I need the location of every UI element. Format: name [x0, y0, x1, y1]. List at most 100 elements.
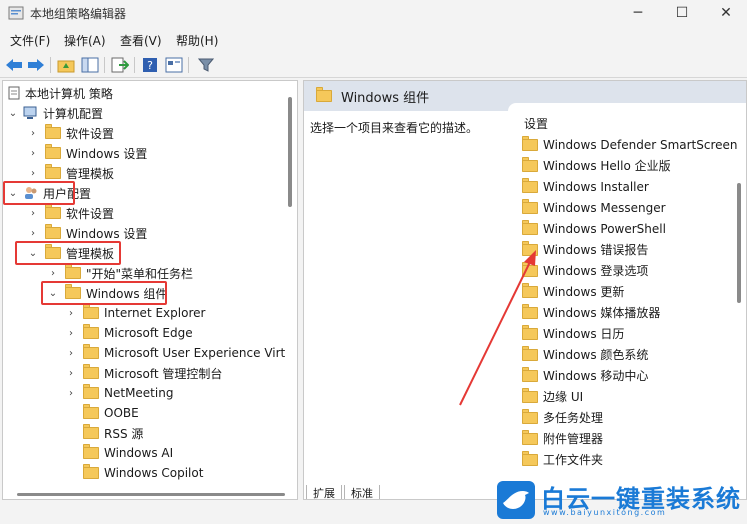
settings-list-item[interactable]: Windows 更新	[516, 281, 624, 302]
tab-extended[interactable]: 扩展	[306, 485, 342, 499]
menu-action[interactable]: 操作(A)	[64, 32, 106, 49]
chevron-right-icon[interactable]: ›	[27, 127, 39, 139]
tab-standard[interactable]: 标准	[344, 485, 380, 499]
menu-help[interactable]: 帮助(H)	[176, 32, 218, 49]
settings-list-item[interactable]: Windows Installer	[516, 176, 649, 197]
settings-list-item[interactable]: 多任务处理	[516, 407, 603, 428]
tree-label: 软件设置	[66, 126, 115, 141]
tree-item-component[interactable]: Windows Copilot	[65, 463, 203, 483]
tree-label: Windows Copilot	[104, 466, 204, 480]
folder-icon	[83, 344, 99, 359]
settings-list-item[interactable]: 附件管理器	[516, 428, 603, 449]
folder-icon	[45, 144, 61, 159]
export-list-icon[interactable]	[110, 55, 130, 75]
show-hide-tree-icon[interactable]	[80, 55, 100, 75]
tree-item-component[interactable]: › NetMeeting	[65, 383, 173, 403]
settings-column-header[interactable]: 设置	[524, 115, 548, 132]
menu-view[interactable]: 查看(V)	[120, 32, 162, 49]
settings-list-item[interactable]: 工作文件夹	[516, 449, 603, 470]
tree-item-start-menu[interactable]: › "开始"菜单和任务栏	[47, 263, 193, 283]
settings-item-label: Windows Installer	[543, 179, 649, 194]
up-folder-icon[interactable]	[56, 55, 76, 75]
chevron-down-icon[interactable]: ⌄	[7, 107, 19, 119]
folder-icon	[45, 124, 61, 139]
tree-item-component[interactable]: OOBE	[65, 403, 139, 423]
settings-list-item[interactable]: Windows 登录选项	[516, 260, 648, 281]
tree-item-software-settings[interactable]: › 软件设置	[27, 123, 114, 143]
settings-list-item[interactable]: Windows Defender SmartScreen	[516, 134, 738, 155]
chevron-right-icon[interactable]: ›	[65, 387, 77, 399]
folder-icon	[522, 240, 538, 256]
tree-item-windows-settings[interactable]: › Windows 设置	[27, 143, 147, 163]
chevron-right-icon[interactable]: ›	[65, 307, 77, 319]
chevron-right-icon[interactable]: ›	[27, 147, 39, 159]
tree-panel: 本地计算机 策略 ⌄ 计算机配置 › 软件设置 › Windows 设置 › 管…	[2, 80, 298, 500]
settings-list-item[interactable]: Windows Messenger	[516, 197, 666, 218]
folder-icon	[522, 135, 538, 151]
tree-item-component[interactable]: › Internet Explorer	[65, 303, 205, 323]
tree-label: Windows AI	[104, 446, 174, 460]
folder-icon	[522, 345, 538, 361]
back-icon[interactable]	[4, 55, 24, 75]
settings-list-item[interactable]: Windows PowerShell	[516, 218, 666, 239]
tree-item-user-software-settings[interactable]: › 软件设置	[27, 203, 114, 223]
chevron-right-icon[interactable]: ›	[27, 167, 39, 179]
tree-vertical-scrollbar[interactable]	[288, 97, 292, 207]
chevron-right-icon[interactable]: ›	[27, 227, 39, 239]
properties-icon[interactable]	[164, 55, 184, 75]
tree-item-component[interactable]: Windows AI	[65, 443, 173, 463]
toolbar: ?	[0, 52, 747, 78]
help-icon[interactable]: ?	[140, 55, 160, 75]
settings-list-item[interactable]: Windows 错误报告	[516, 239, 648, 260]
folder-icon	[522, 324, 538, 340]
settings-item-label: Windows 错误报告	[543, 243, 649, 257]
tree-computer-config[interactable]: ⌄ 计算机配置	[7, 103, 103, 123]
settings-item-label: Windows 媒体播放器	[543, 306, 661, 320]
settings-item-label: Windows 更新	[543, 285, 625, 299]
highlight-admin-templates	[15, 241, 121, 265]
settings-vertical-scrollbar[interactable]	[737, 183, 741, 303]
tree-item-component[interactable]: RSS 源	[65, 423, 143, 443]
folder-icon	[522, 387, 538, 403]
folder-icon	[522, 303, 538, 319]
chevron-right-icon[interactable]: ›	[65, 327, 77, 339]
filter-icon[interactable]	[196, 55, 216, 75]
tree-item-component[interactable]: › Microsoft Edge	[65, 323, 193, 343]
highlight-windows-components	[41, 281, 167, 305]
tree-label: 计算机配置	[43, 106, 104, 121]
settings-list-item[interactable]: Windows 移动中心	[516, 365, 648, 386]
chevron-right-icon[interactable]: ›	[27, 207, 39, 219]
settings-item-label: Windows Defender SmartScreen	[543, 137, 738, 152]
tree-item-admin-templates[interactable]: › 管理模板	[27, 163, 114, 183]
maximize-button[interactable]: ☐	[660, 0, 704, 26]
tree-root-label: 本地计算机 策略	[25, 86, 113, 101]
tree-horizontal-scrollbar[interactable]	[17, 493, 285, 496]
settings-item-label: Windows Hello 企业版	[543, 159, 671, 173]
menu-file[interactable]: 文件(F)	[10, 32, 50, 49]
folder-icon	[83, 324, 99, 339]
tree-item-user-windows-settings[interactable]: › Windows 设置	[27, 223, 147, 243]
chevron-right-icon[interactable]: ›	[65, 367, 77, 379]
settings-list-item[interactable]: 边缘 UI	[516, 386, 583, 407]
highlight-user-config	[3, 181, 75, 205]
close-button[interactable]: ✕	[704, 0, 747, 26]
folder-icon	[45, 164, 61, 179]
group-policy-editor-window: 本地组策略编辑器 ─ ☐ ✕ 文件(F) 操作(A) 查看(V) 帮助(H) ?	[0, 0, 747, 524]
tree-item-component[interactable]: › Microsoft User Experience Virt	[65, 343, 285, 363]
folder-icon	[83, 364, 99, 379]
settings-list-item[interactable]: Windows 日历	[516, 323, 624, 344]
settings-item-label: Windows 登录选项	[543, 264, 649, 278]
settings-list-item[interactable]: Windows Hello 企业版	[516, 155, 671, 176]
settings-item-label: Windows PowerShell	[543, 221, 666, 236]
chevron-right-icon[interactable]: ›	[47, 267, 59, 279]
folder-icon	[83, 404, 99, 419]
settings-list-item[interactable]: Windows 颜色系统	[516, 344, 648, 365]
tree-root[interactable]: 本地计算机 策略	[7, 83, 113, 103]
chevron-right-icon[interactable]: ›	[65, 347, 77, 359]
forward-icon[interactable]	[26, 55, 46, 75]
tree-item-component[interactable]: › Microsoft 管理控制台	[65, 363, 222, 383]
settings-list-item[interactable]: Windows 媒体播放器	[516, 302, 660, 323]
minimize-button[interactable]: ─	[616, 0, 660, 26]
folder-icon	[522, 219, 538, 235]
folder-icon	[522, 450, 538, 466]
